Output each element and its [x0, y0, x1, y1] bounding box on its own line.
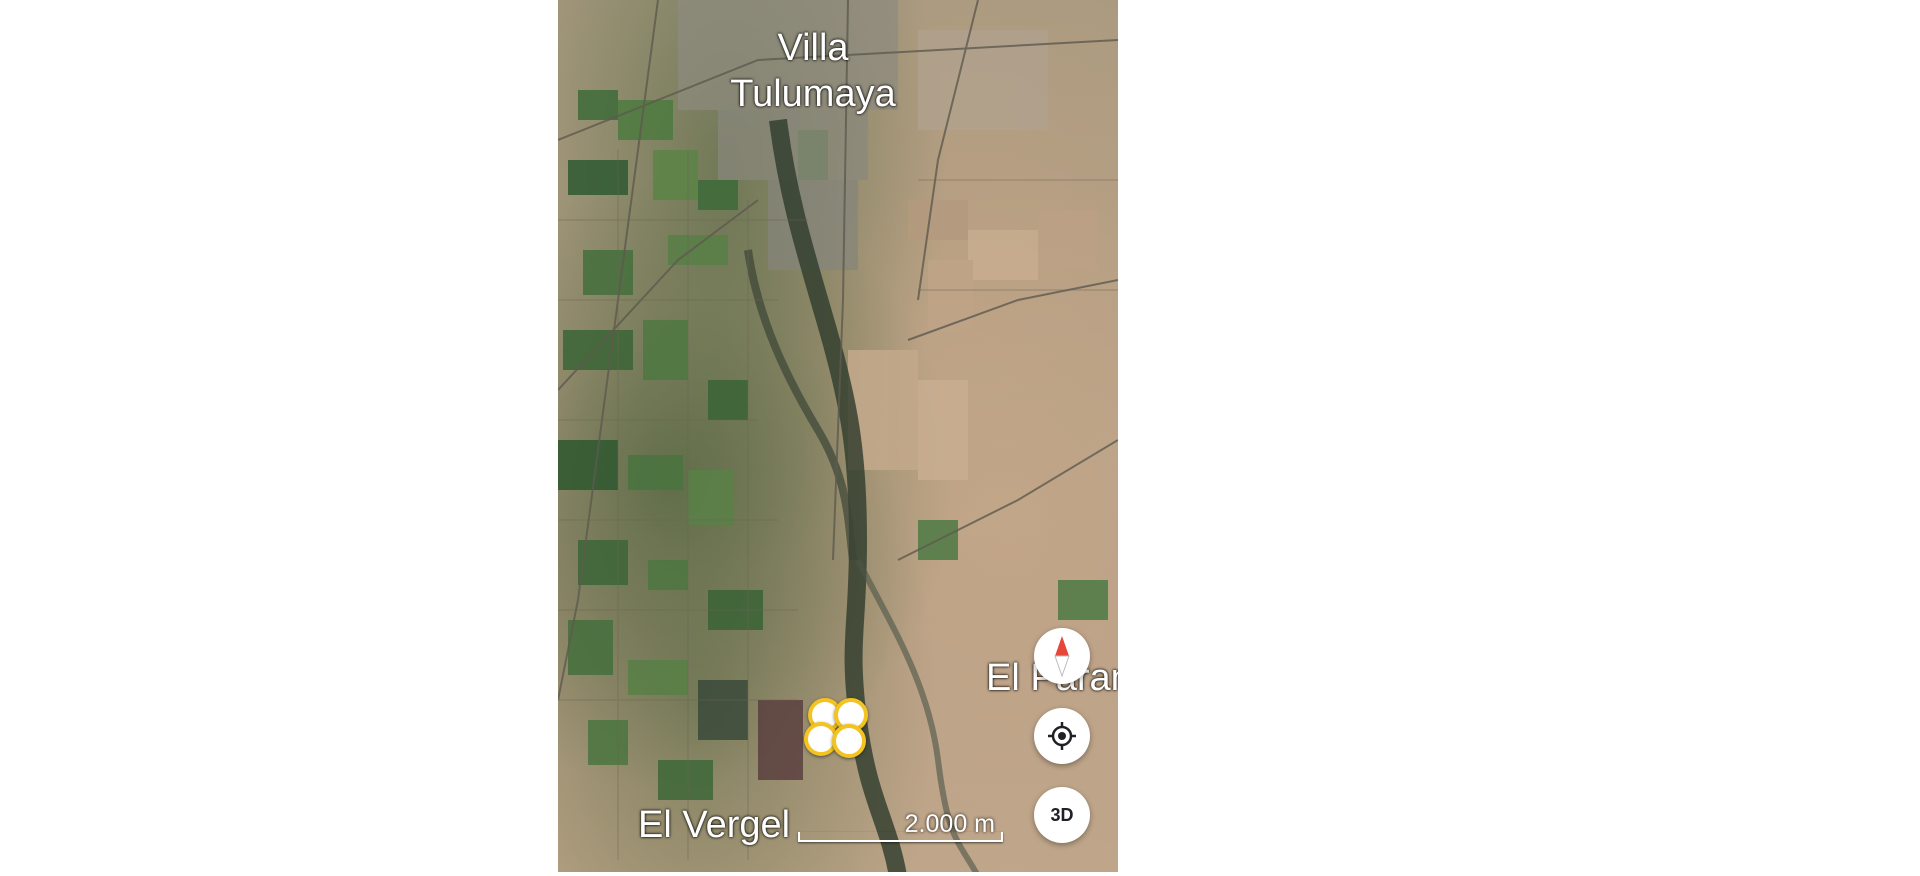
- map-viewport[interactable]: Villa Tulumaya El Vergel El Paran 2.000 …: [558, 0, 1118, 876]
- scale-bar: 2.000 m: [798, 810, 1003, 846]
- place-label-el-vergel[interactable]: El Vergel: [638, 802, 790, 848]
- 3d-label: 3D: [1050, 804, 1074, 825]
- my-location-icon: [1048, 722, 1076, 750]
- place-label-villa-tulumaya-text: Villa Tulumaya: [730, 27, 896, 115]
- 3d-view-button[interactable]: 3D: [1034, 787, 1090, 843]
- bottom-edge: [558, 872, 1118, 876]
- scale-line: [798, 832, 1003, 842]
- compass-button[interactable]: [1034, 628, 1090, 684]
- marker-cluster[interactable]: [794, 698, 868, 760]
- place-label-villa-tulumaya[interactable]: Villa Tulumaya: [698, 25, 928, 117]
- map-marker[interactable]: [832, 724, 866, 758]
- compass-icon: [1054, 636, 1070, 678]
- my-location-button[interactable]: [1034, 708, 1090, 764]
